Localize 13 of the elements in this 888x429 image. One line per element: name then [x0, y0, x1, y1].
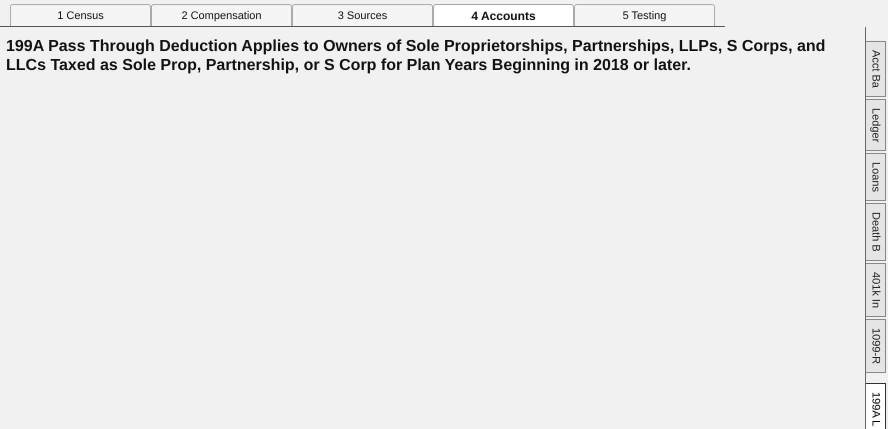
side-tab[interactable]: Loans [866, 153, 886, 202]
side-tab[interactable]: 401k In [866, 262, 886, 317]
tab[interactable]: 3 Sources [292, 4, 433, 26]
tab[interactable]: 4 Accounts [433, 4, 574, 26]
tab[interactable]: 2 Compensation [151, 4, 292, 26]
side-tab[interactable]: 1099-R [866, 319, 886, 374]
tab[interactable]: 1 Census [10, 4, 151, 26]
side-tab[interactable]: Death B [866, 203, 886, 261]
tab[interactable]: 5 Testing [574, 4, 715, 26]
side-tab[interactable]: 199A L [866, 383, 886, 429]
side-tab[interactable]: Acct Ba [866, 41, 886, 97]
side-tab[interactable]: Ledger [866, 98, 886, 152]
notice-text: 199A Pass Through Deduction Applies to Owners of Sole Proprietorships, Partnerships, LLPs, S Corps, and LLCs Taxed as Sole Prop, Partnership, or S Corp for Plan Years Beginning in 2018 or later. [6, 37, 826, 75]
